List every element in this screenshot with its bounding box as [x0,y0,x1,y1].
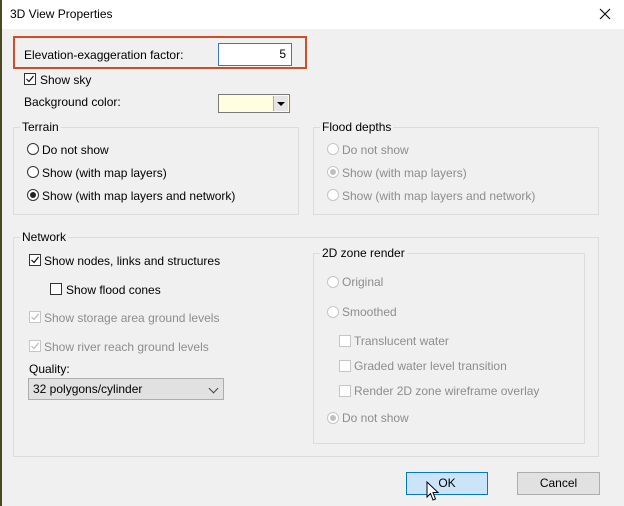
show-storage-checkbox[interactable] [29,311,41,323]
flood-show-map-layers-radio[interactable] [327,166,339,178]
window-title: 3D View Properties [10,7,113,21]
graded-water-label: Graded water level transition [354,359,507,373]
checkmark-icon [31,256,39,264]
flood-do-not-show-label: Do not show [342,143,409,157]
terrain-show-map-layers-label: Show (with map layers) [42,166,167,180]
show-flood-cones-label: Show flood cones [66,283,161,297]
show-nodes-checkbox[interactable] [29,254,41,266]
elevation-factor-input[interactable]: 5 [218,43,292,66]
mouse-cursor-icon [426,481,440,501]
zone-original-radio[interactable] [327,276,339,288]
quality-select[interactable]: 32 polygons/cylinder [28,378,224,400]
zone-do-not-show-label: Do not show [342,411,409,425]
zone-smoothed-radio[interactable] [327,306,339,318]
wireframe-overlay-checkbox[interactable] [339,385,351,397]
background-color-picker[interactable] [218,94,290,113]
wireframe-overlay-label: Render 2D zone wireframe overlay [354,384,540,398]
elevation-label: Elevation-exaggeration factor: [24,48,184,62]
show-flood-cones-checkbox[interactable] [50,283,62,295]
zone-render-legend: 2D zone render [320,246,407,260]
chevron-down-icon [208,383,219,394]
quality-label: Quality: [29,362,70,376]
terrain-show-map-network-radio[interactable] [27,189,39,201]
network-legend: Network [20,230,69,244]
zone-do-not-show-radio[interactable] [327,412,339,424]
show-storage-label: Show storage area ground levels [44,311,220,325]
title-bar: 3D View Properties [2,0,624,29]
show-nodes-label: Show nodes, links and structures [44,254,221,268]
show-sky-checkbox[interactable] [24,73,36,85]
background-color-label: Background color: [24,95,121,109]
flood-show-map-network-radio[interactable] [327,189,339,201]
translucent-water-label: Translucent water [354,334,449,348]
window-left-edge [0,0,2,506]
flood-show-map-layers-label: Show (with map layers) [342,166,467,180]
terrain-legend: Terrain [20,120,61,134]
terrain-do-not-show-label: Do not show [42,143,109,157]
show-river-label: Show river reach ground levels [44,340,209,354]
checkmark-icon [26,75,34,83]
flood-show-map-network-label: Show (with map layers and network) [342,189,536,203]
show-sky-label: Show sky [40,73,92,87]
close-icon[interactable] [594,3,616,25]
terrain-show-map-layers-radio[interactable] [27,166,39,178]
terrain-show-map-network-label: Show (with map layers and network) [42,189,236,203]
quality-value: 32 polygons/cylinder [33,382,143,396]
checkmark-icon [31,342,39,350]
zone-smoothed-label: Smoothed [342,305,397,319]
translucent-water-checkbox[interactable] [339,335,351,347]
show-river-checkbox[interactable] [29,340,41,352]
flood-depths-legend: Flood depths [320,120,394,134]
flood-do-not-show-radio[interactable] [327,143,339,155]
graded-water-checkbox[interactable] [339,360,351,372]
cancel-button[interactable]: Cancel [517,472,600,495]
dropdown-arrow-icon[interactable] [273,96,288,111]
ok-button[interactable]: OK [406,472,488,495]
checkmark-icon [31,313,39,321]
zone-original-label: Original [342,275,384,289]
terrain-do-not-show-radio[interactable] [27,143,39,155]
